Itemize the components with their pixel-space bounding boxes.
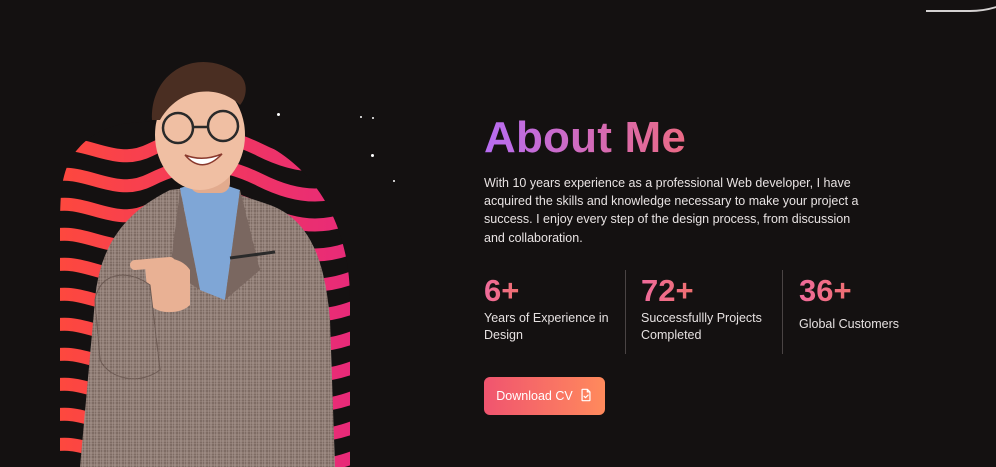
star-decoration [393,180,395,182]
section-title: About Me [484,112,884,164]
download-cv-label: Download CV [496,389,573,403]
stat-experience: 6+ Years of Experience in Design [484,270,614,354]
stat-projects: 72+ Successfullly Projects Completed [641,270,771,354]
stat-label: Global Customers [799,317,900,331]
stat-divider [782,270,783,354]
stat-divider [625,270,626,354]
decorative-corner-curve [926,0,996,12]
stat-label: Successfullly Projects Completed [641,311,762,342]
download-cv-button[interactable]: Download CV [484,377,605,415]
stat-value: 72+ [641,273,694,308]
person-figure [80,62,335,467]
stats-row: 6+ Years of Experience in Design 72+ Suc… [484,270,914,354]
stat-value: 6+ [484,273,520,308]
profile-illustration [60,62,350,467]
about-section: About Me With 10 years experience as a p… [484,112,884,247]
stat-value: 36+ [799,273,852,308]
document-icon [579,388,593,405]
stat-label: Years of Experience in Design [484,311,609,342]
star-decoration [372,117,374,119]
about-description: With 10 years experience as a profession… [484,176,859,245]
stat-customers: 36+ Global Customers [799,270,919,354]
star-decoration [371,154,374,157]
